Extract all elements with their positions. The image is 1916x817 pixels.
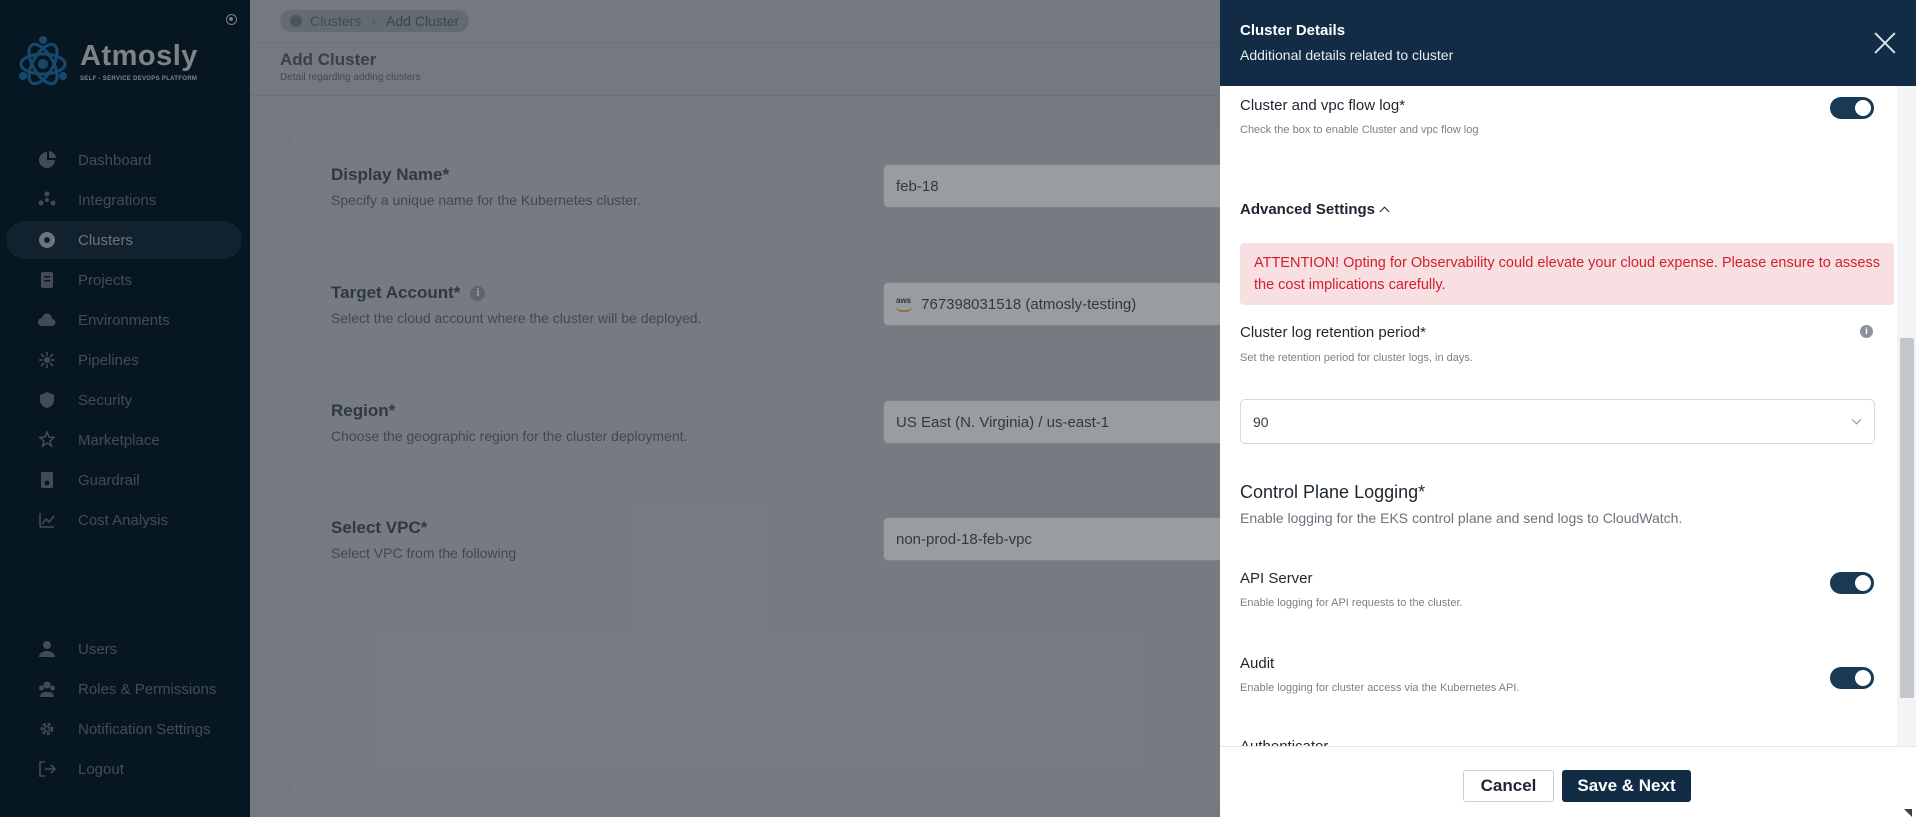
cluster-details-drawer: Cluster Details Additional details relat… [1220,0,1916,817]
advanced-settings-toggle[interactable]: Advanced Settings [1240,201,1390,218]
audit-help: Enable logging for cluster access via th… [1240,682,1520,694]
resize-handle[interactable] [1904,809,1912,817]
retention-label: Cluster log retention period* [1240,324,1426,341]
info-icon[interactable]: i [1860,325,1873,338]
save-next-button[interactable]: Save & Next [1562,770,1691,802]
flow-log-toggle[interactable] [1830,97,1874,119]
authenticator-label-partial: Authenticator [1240,739,1328,746]
chevron-down-icon [1851,414,1862,425]
audit-toggle[interactable] [1830,667,1874,689]
advanced-settings-label: Advanced Settings [1240,201,1376,218]
drawer-scrollbar-thumb[interactable] [1900,338,1914,698]
modal-backdrop[interactable] [250,0,1220,817]
drawer-subtitle: Additional details related to cluster [1240,47,1454,63]
cancel-button[interactable]: Cancel [1463,770,1554,802]
close-icon[interactable] [1872,30,1898,56]
retention-period-value: 90 [1253,413,1269,430]
retention-period-select[interactable]: 90 [1240,399,1875,444]
retention-help: Set the retention period for cluster log… [1240,352,1473,364]
api-server-label: API Server [1240,570,1313,587]
cost-attention-alert: ATTENTION! Opting for Observability coul… [1240,243,1894,305]
control-plane-title: Control Plane Logging* [1240,482,1426,502]
control-plane-help: Enable logging for the EKS control plane… [1240,510,1683,526]
sidebar: Atmosly SELF - SERVICE DEVOPS PLATFORM D… [0,0,250,817]
api-server-help: Enable logging for API requests to the c… [1240,597,1463,609]
drawer-footer: Cancel Save & Next [1220,746,1916,817]
drawer-header: Cluster Details Additional details relat… [1220,0,1916,86]
api-server-toggle[interactable] [1830,572,1874,594]
flow-log-label: Cluster and vpc flow log* [1240,97,1406,114]
sidebar-overlay [0,0,250,817]
audit-label: Audit [1240,655,1275,672]
flow-log-help: Check the box to enable Cluster and vpc … [1240,124,1479,136]
drawer-title: Cluster Details [1240,22,1346,39]
chevron-up-icon [1379,206,1390,217]
